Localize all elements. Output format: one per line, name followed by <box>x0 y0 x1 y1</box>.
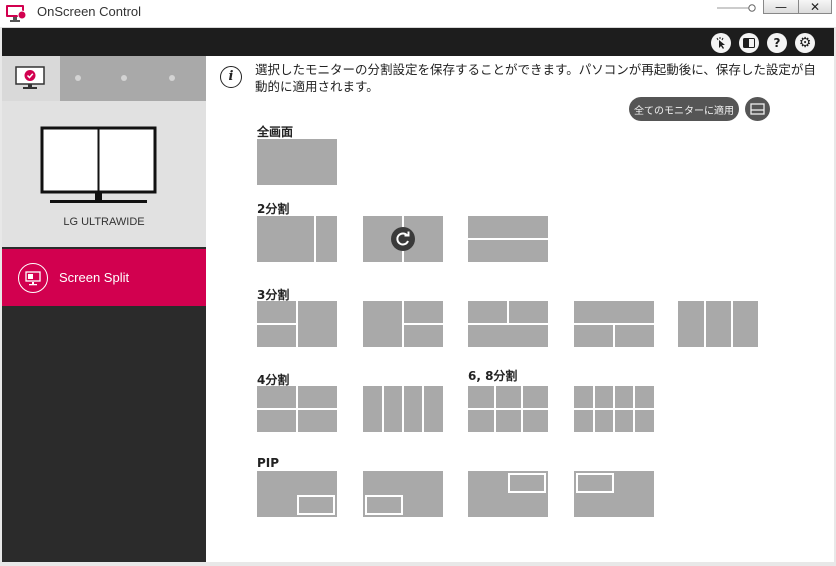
layout-split8[interactable] <box>574 386 654 432</box>
layout-pip-top-left[interactable] <box>574 471 654 517</box>
display-mode-glyph <box>743 38 755 48</box>
rotate-icon-glyph <box>396 231 410 246</box>
gear-glyph: ⚙ <box>798 35 812 51</box>
layout-split4-grid[interactable] <box>257 386 337 432</box>
app-icon <box>6 5 27 22</box>
close-button[interactable]: ✕ <box>798 0 832 14</box>
section-label-pip: PIP <box>257 456 280 470</box>
monitor-tab-2[interactable] <box>75 75 81 81</box>
monitor-tab-4[interactable] <box>169 75 175 81</box>
section-label-split68: 6, 8分割 <box>468 369 518 383</box>
layout-split3-a[interactable] <box>257 301 337 347</box>
section-label-full: 全画面 <box>257 125 294 139</box>
cursor-icon-glyph <box>716 37 725 49</box>
layout-split2-left-large[interactable] <box>257 216 337 262</box>
info-text: 選択したモニターの分割設定を保存することができます。パソコンが再起動後に、保存し… <box>255 62 816 94</box>
top-toolbar <box>2 28 834 56</box>
settings-icon[interactable]: ⚙ <box>795 33 815 53</box>
layout-split2-vertical[interactable] <box>363 216 443 262</box>
minimize-icon: — <box>775 0 787 14</box>
layout-split3-b[interactable] <box>363 301 443 347</box>
apply-all-monitors-button[interactable]: 全てのモニターに適用 <box>629 97 739 121</box>
layout-pip-top-right[interactable] <box>468 471 548 517</box>
monitor-tab-3[interactable] <box>121 75 127 81</box>
display-settings-button[interactable] <box>745 97 770 121</box>
section-label-split2: 2分割 <box>257 202 290 216</box>
layout-split3-d[interactable] <box>574 301 654 347</box>
rotate-icon[interactable] <box>391 227 415 251</box>
display-icon <box>750 103 765 115</box>
layout-split3-c[interactable] <box>468 301 548 347</box>
window-title: OnScreen Control <box>37 4 142 19</box>
monitor-name: LG ULTRAWIDE <box>63 216 145 228</box>
window-border-left <box>0 27 2 566</box>
help-glyph: ? <box>773 36 781 50</box>
window-border-bottom <box>0 562 836 566</box>
help-icon[interactable]: ? <box>767 33 787 53</box>
layout-pip-bottom-right[interactable] <box>257 471 337 517</box>
info-icon: i <box>220 66 242 88</box>
layout-pip-bottom-left[interactable] <box>363 471 443 517</box>
layout-split6[interactable] <box>468 386 548 432</box>
minimize-button[interactable]: — <box>763 0 799 14</box>
monitor-illustration <box>40 126 157 203</box>
close-icon: ✕ <box>809 0 821 14</box>
window-transparency-slider[interactable] <box>716 4 756 12</box>
screen-split-icon <box>25 271 41 286</box>
sidebar-item-label: Screen Split <box>59 270 130 285</box>
display-mode-icon[interactable] <box>739 33 759 53</box>
layout-split4-columns[interactable] <box>363 386 443 432</box>
layout-full[interactable] <box>257 139 337 185</box>
monitor-check-icon <box>15 66 45 89</box>
cursor-icon[interactable] <box>711 33 731 53</box>
layout-split3-e[interactable] <box>678 301 758 347</box>
layout-split2-horizontal[interactable] <box>468 216 548 262</box>
